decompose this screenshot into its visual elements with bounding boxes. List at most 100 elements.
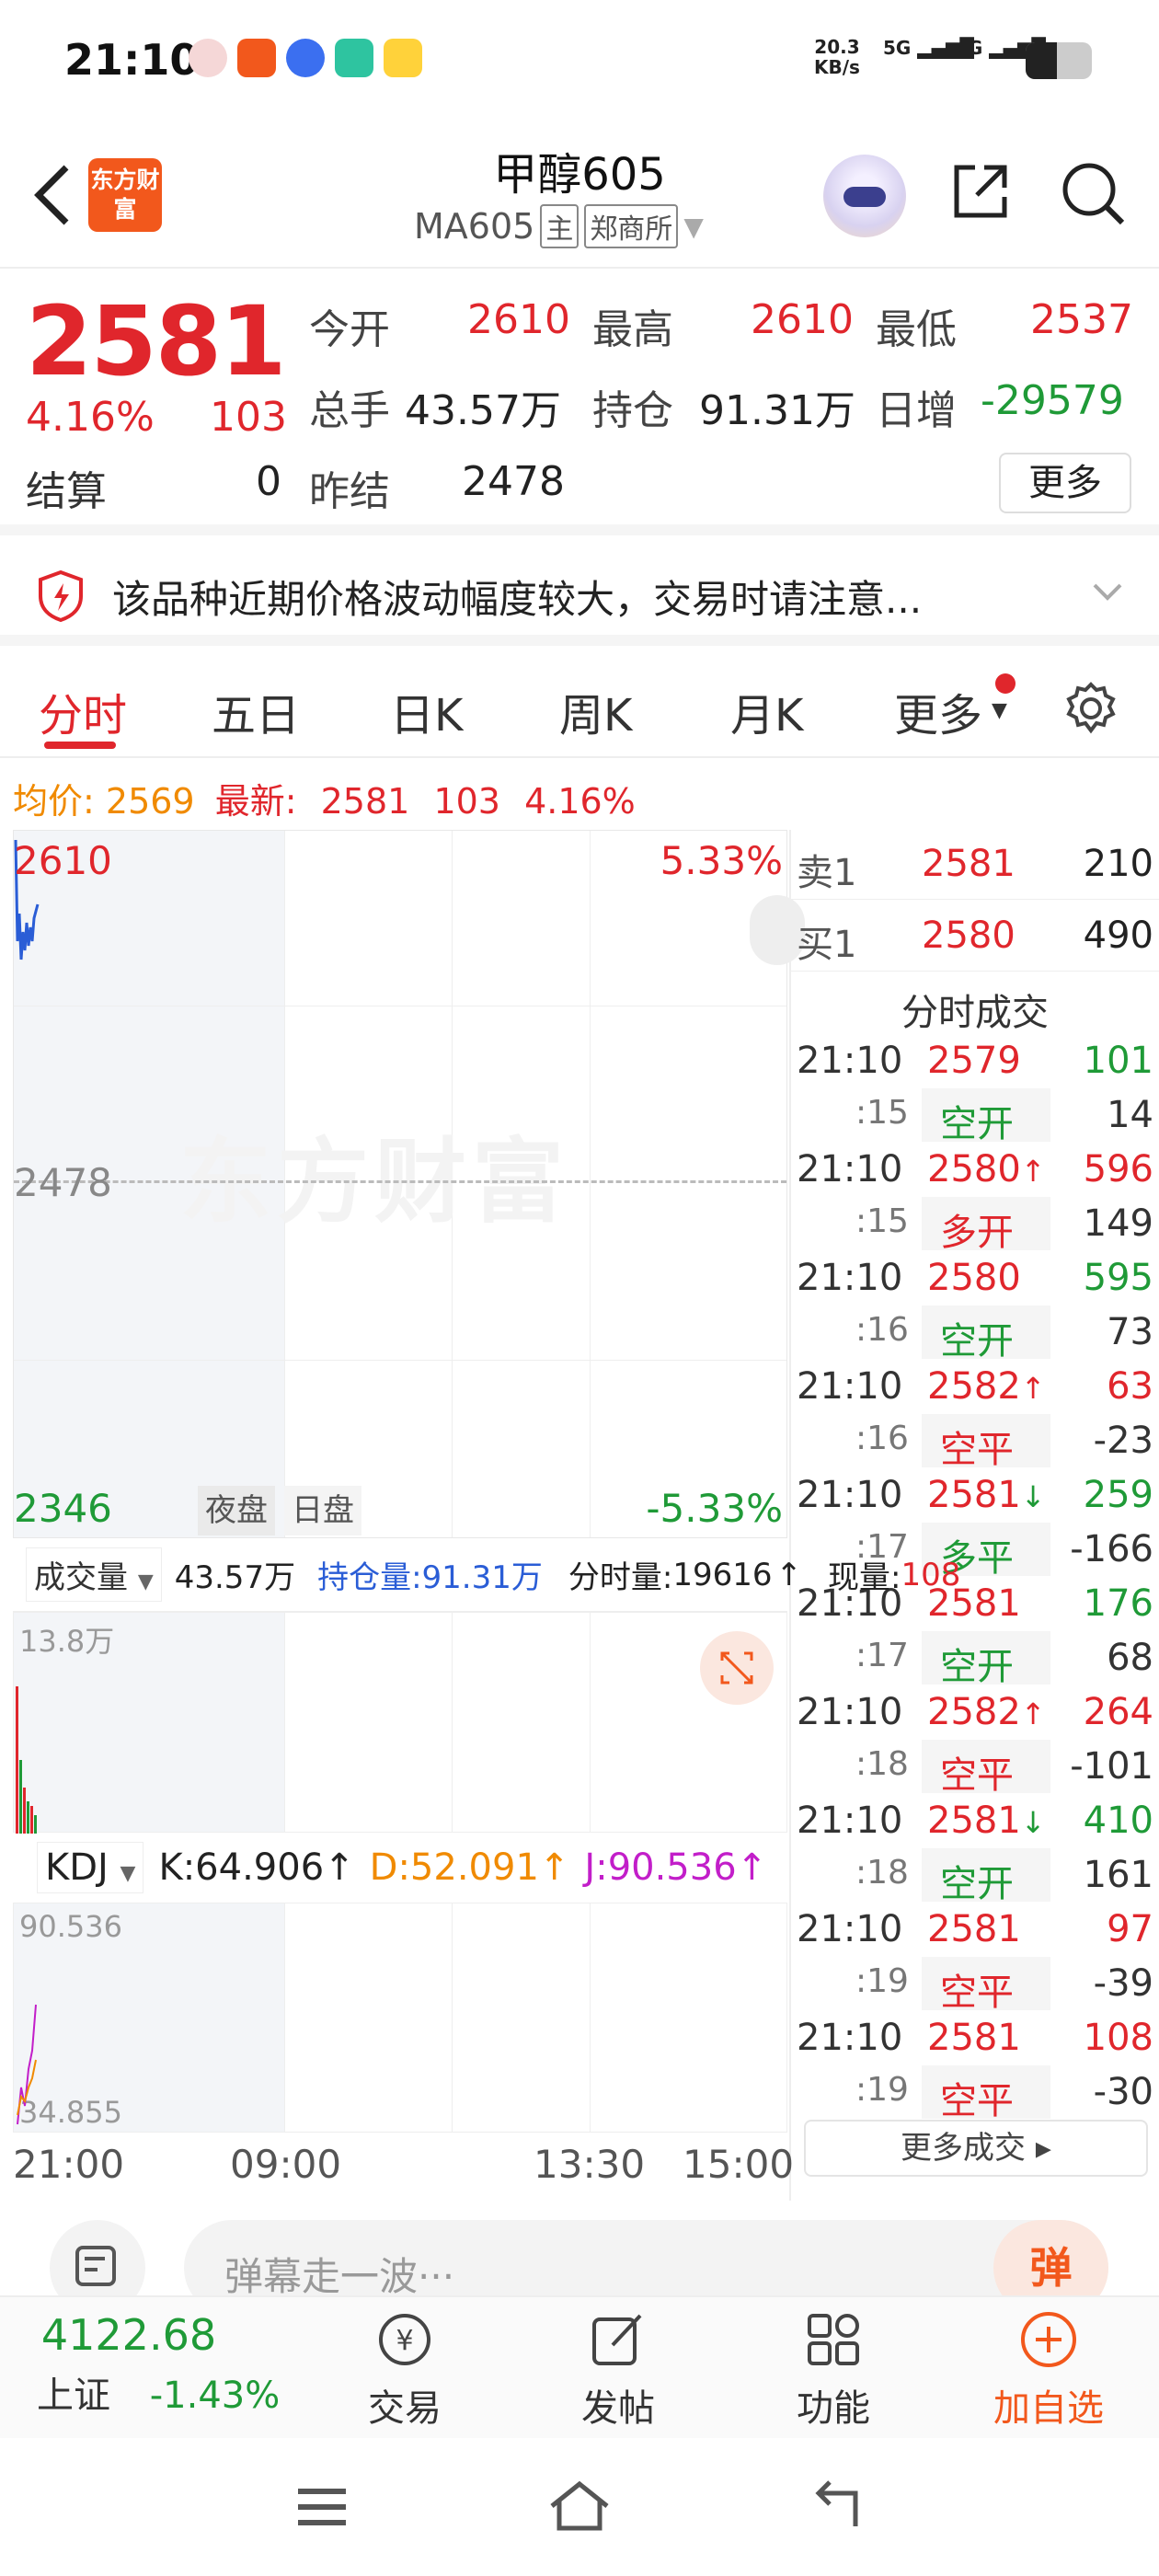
chart-tabs: 分时 五日 日K 周K 月K 更多 ▼: [0, 657, 1159, 758]
tick-detail-row: :16 空平 -23: [791, 1414, 1159, 1471]
tick-oi: -30: [1093, 2071, 1153, 2113]
settings-gear-icon[interactable]: [1061, 679, 1120, 738]
expand-button[interactable]: [700, 1631, 774, 1705]
tick-detail-row: :19 空平 -30: [791, 2065, 1159, 2122]
tab-monthly-k[interactable]: 月K: [730, 679, 803, 743]
index-row: 上证 -1.43%: [37, 2365, 280, 2419]
quote-panel: 2581 4.16% 103 结算 0 今开 2610 最高 2610 最低 2…: [0, 269, 1159, 535]
low-value: 2537: [1030, 296, 1133, 343]
nav-add-watchlist[interactable]: 加自选: [966, 2306, 1131, 2432]
tick-type: 空开: [940, 1320, 1014, 1363]
nav-add-label: 加自选: [993, 2387, 1104, 2430]
volume-max-label: 13.8万: [19, 1624, 115, 1659]
tick-volume: 596: [1083, 1148, 1153, 1190]
grid-line: [452, 1903, 453, 2132]
kdj-k-value: K:64.906: [158, 1846, 325, 1889]
latest-label: 最新:: [214, 781, 297, 822]
tick-oi: -39: [1093, 1962, 1153, 2005]
app-notification-icon: [237, 39, 276, 77]
nav-post[interactable]: 发帖: [535, 2306, 701, 2432]
time-tick: 13:30: [534, 2142, 646, 2187]
search-icon[interactable]: [1058, 158, 1128, 228]
tick-price-value: 2581: [927, 2017, 1021, 2059]
tick-seconds: :15: [855, 1094, 909, 1132]
alert-text: 该品种近期价格波动幅度较大，交易时请注意...: [112, 577, 923, 622]
tick-time: 21:10: [797, 1908, 903, 1950]
back-icon[interactable]: [809, 2480, 865, 2532]
change-value: 103: [210, 394, 287, 441]
kdj-lines: [17, 2004, 37, 2125]
ticks-title: 分时成交: [901, 992, 1049, 1034]
grid-line: [14, 1360, 786, 1361]
day-session-label: 日盘: [284, 1486, 361, 1535]
tick-detail-row: :15 多开 149: [791, 1197, 1159, 1254]
volume-bars: [16, 1686, 37, 1834]
tick-detail-row: :19 空平 -39: [791, 1957, 1159, 2014]
settle-label: 结算: [26, 468, 107, 515]
grid-line: [452, 1613, 453, 1832]
open-value: 2610: [467, 296, 570, 343]
index-pct: -1.43%: [149, 2375, 281, 2417]
risk-alert-bar[interactable]: 该品种近期价格波动幅度较大，交易时请注意...: [0, 546, 1159, 646]
latest-value: 2581: [320, 781, 410, 822]
volume-toolbar: 成交量 ▼ 43.57万 持仓量: 91.31万 分时量: 19616 ↑ 现量:…: [13, 1538, 960, 1612]
kdj-d-value: D:52.091: [369, 1846, 539, 1889]
prev-settle-label: 昨结: [309, 468, 390, 515]
nav-function[interactable]: 功能: [751, 2306, 916, 2432]
chevron-down-icon: ▼: [683, 211, 704, 242]
tick-volume: 595: [1083, 1257, 1153, 1299]
index-ticker[interactable]: 4122.68 上证 -1.43%: [37, 2310, 280, 2419]
low-label: 最低: [876, 306, 957, 353]
menu-icon[interactable]: [294, 2484, 350, 2530]
intraday-price-chart[interactable]: 东方财富 2610 5.33% 2478 2346 -5.33% 夜盘 日盘: [13, 830, 805, 1538]
tab-intraday[interactable]: 分时: [39, 679, 127, 743]
edit-icon: [592, 2314, 642, 2365]
caret-down-icon: ▼: [120, 1862, 136, 1885]
home-icon[interactable]: [546, 2478, 613, 2534]
tick-price-value: 2581: [927, 1908, 1021, 1950]
signal-5g-label: 5G: [883, 37, 912, 59]
grid-line: [590, 1903, 591, 2132]
watermark: 东方财富: [179, 1128, 569, 1236]
tick-oi: 149: [1083, 1202, 1153, 1245]
ask-label: 卖1: [797, 852, 857, 894]
kdj-selector[interactable]: KDJ ▼: [37, 1842, 144, 1893]
ai-assistant-icon[interactable]: [823, 155, 906, 237]
tick-oi: 14: [1107, 1094, 1153, 1136]
avg-price-line: 均价: 2569 最新: 2581 103 4.16%: [13, 773, 636, 823]
high-value: 2610: [751, 296, 854, 343]
tick-seconds: :19: [855, 2071, 909, 2109]
arrow-up-icon: ↑: [538, 1846, 570, 1889]
tab-daily-k[interactable]: 日K: [390, 679, 463, 743]
tab-weekly-k[interactable]: 周K: [559, 679, 632, 743]
tick-time: 21:10: [797, 1257, 903, 1299]
tick-arrow: ↓: [1020, 1479, 1046, 1514]
danmaku-bar: 弹幕走一波··· 弹: [0, 2203, 1159, 2316]
contract-subtitle[interactable]: MA605 主 郑商所 ▼: [414, 204, 704, 248]
tick-row: 21:10 2579 101: [791, 1034, 1159, 1087]
kdj-chart[interactable]: 90.536 34.855: [13, 1903, 787, 2133]
tab-five-day[interactable]: 五日: [212, 679, 300, 743]
tick-time: 21:10: [797, 1800, 903, 1842]
latest-pct: 4.16%: [524, 781, 636, 822]
volume-chart[interactable]: 13.8万: [13, 1612, 787, 1834]
chart-bottom-pct: -5.33%: [646, 1486, 783, 1531]
tab-more[interactable]: 更多: [894, 679, 982, 743]
bid-price: 2580: [922, 914, 1016, 957]
tick-price-value: 2580: [927, 1148, 1021, 1190]
caret-down-icon: ▼: [137, 1570, 154, 1593]
tick-type: 空开: [940, 1863, 1014, 1905]
bid-volume: 490: [1083, 914, 1153, 957]
more-quote-button[interactable]: 更多: [999, 453, 1131, 513]
signal-4g-label: 4G: [955, 37, 983, 59]
more-ticks-button[interactable]: 更多成交 ▸: [804, 2120, 1148, 2177]
kdj-toolbar: KDJ ▼ K:64.906↑ D:52.091↑ J:90.536↑: [13, 1833, 787, 1903]
tick-price-value: 2581: [927, 1800, 1021, 1842]
share-icon[interactable]: [947, 158, 1014, 224]
tick-price-value: 2582: [927, 1691, 1021, 1733]
nav-trade[interactable]: ¥ 交易: [322, 2306, 488, 2432]
indicator-selector[interactable]: 成交量 ▼: [26, 1547, 162, 1602]
tick-row: 21:10 2582↑ 264: [791, 1685, 1159, 1739]
tick-time: 21:10: [797, 1040, 903, 1082]
app-notification-icon: [384, 39, 422, 77]
